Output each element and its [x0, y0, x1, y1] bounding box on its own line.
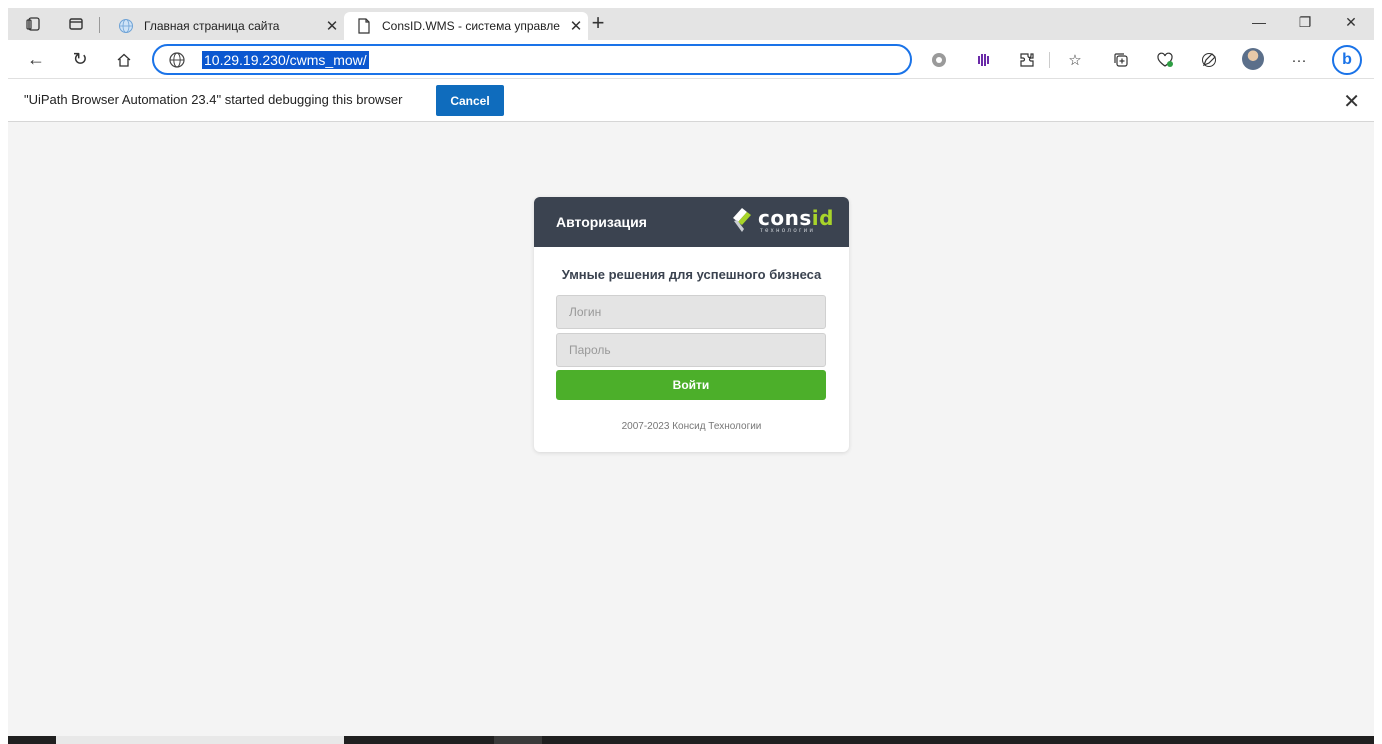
- taskbar-search-box[interactable]: [56, 736, 344, 744]
- restore-button[interactable]: ❐: [1290, 14, 1320, 31]
- login-input[interactable]: [556, 295, 826, 329]
- favorites-icon[interactable]: ☆: [1064, 50, 1086, 70]
- tab-actions-icon[interactable]: [66, 14, 86, 34]
- taskbar: [8, 736, 1374, 744]
- close-window-button[interactable]: ✕: [1336, 14, 1366, 31]
- debugging-infobar: "UiPath Browser Automation 23.4" started…: [8, 78, 1374, 122]
- consid-logo: consid технологии: [730, 206, 833, 237]
- bing-chat-icon[interactable]: b: [1332, 45, 1362, 75]
- back-arrow-icon[interactable]: ←: [24, 48, 48, 72]
- tab-strip: Главная страница сайта ✕ ConsID.WMS - си…: [8, 8, 1374, 40]
- refresh-icon[interactable]: ↻: [68, 48, 92, 72]
- extension-settings-icon[interactable]: [928, 50, 950, 70]
- tab-main-page[interactable]: Главная страница сайта ✕: [106, 12, 344, 40]
- collections-icon[interactable]: [1110, 50, 1132, 70]
- toolbar-divider: [1049, 52, 1050, 68]
- tab-label: ConsID.WMS - система управле: [382, 19, 560, 33]
- copilot-compose-icon[interactable]: [1198, 50, 1220, 70]
- tab-label: Главная страница сайта: [144, 19, 280, 33]
- browser-essentials-icon[interactable]: [1154, 50, 1176, 70]
- login-card: Авторизация consid технологии Умные реше…: [534, 197, 849, 452]
- screen-edge-left: [0, 0, 8, 744]
- url-text[interactable]: 10.29.19.230/cwms_mow/: [202, 51, 369, 69]
- cancel-button[interactable]: Cancel: [436, 85, 504, 116]
- uipath-extension-icon[interactable]: [973, 50, 995, 70]
- close-icon[interactable]: ✕: [1343, 89, 1360, 114]
- tab-consid-wms[interactable]: ConsID.WMS - система управле ✕: [344, 12, 588, 40]
- logo-mark-icon: [733, 208, 751, 232]
- workspaces-icon[interactable]: [24, 14, 44, 34]
- login-subtitle: Умные решения для успешного бизнеса: [561, 267, 822, 282]
- page-content: Авторизация consid технологии Умные реше…: [8, 122, 1374, 736]
- copyright-text: 2007-2023 Консид Технологии: [621, 421, 762, 432]
- close-icon[interactable]: ✕: [320, 17, 344, 35]
- logo-wordmark: consid: [758, 206, 834, 230]
- more-menu-icon[interactable]: ···: [1288, 50, 1310, 70]
- login-card-header: Авторизация consid технологии: [534, 197, 849, 247]
- login-title: Авторизация: [556, 214, 647, 230]
- browser-window: Главная страница сайта ✕ ConsID.WMS - си…: [0, 0, 1382, 744]
- taskbar-app-button[interactable]: [494, 736, 542, 744]
- infobar-message: "UiPath Browser Automation 23.4" started…: [24, 92, 403, 107]
- address-bar[interactable]: 10.29.19.230/cwms_mow/: [152, 44, 912, 75]
- tab-divider: [99, 17, 100, 33]
- close-icon[interactable]: ✕: [564, 17, 588, 35]
- minimize-button[interactable]: —: [1244, 14, 1274, 30]
- page-icon: [356, 18, 372, 34]
- screen-edge-right: [1374, 0, 1382, 744]
- new-tab-button[interactable]: +: [586, 12, 610, 36]
- login-button[interactable]: Войти: [556, 370, 826, 400]
- logo-subtitle: технологии: [760, 228, 816, 234]
- site-info-icon[interactable]: [168, 51, 186, 69]
- extensions-puzzle-icon[interactable]: [1016, 50, 1038, 70]
- profile-avatar[interactable]: [1242, 48, 1264, 70]
- home-icon[interactable]: [112, 48, 136, 72]
- password-input[interactable]: [556, 333, 826, 367]
- globe-icon: [118, 18, 134, 34]
- navigation-bar: ← ↻ 10.29.19.230/cwms_mow/ ☆ ··· b: [8, 40, 1374, 78]
